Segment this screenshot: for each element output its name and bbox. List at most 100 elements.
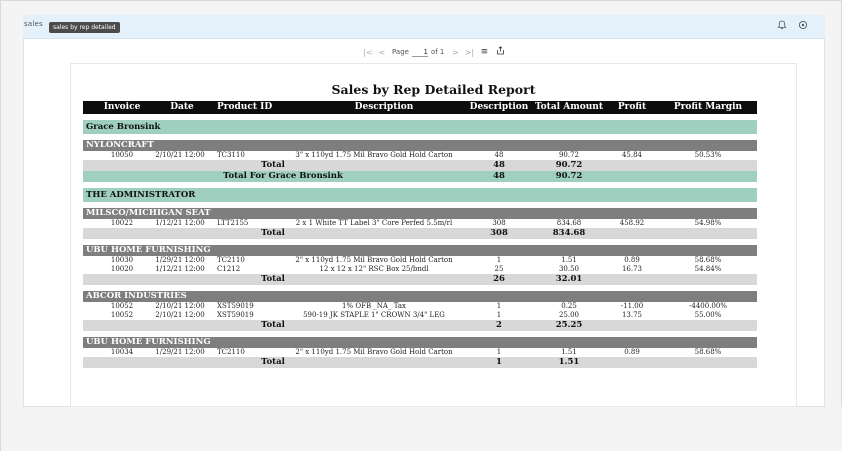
rep-total-quantity: 48 (493, 171, 505, 181)
bell-icon-svg (777, 20, 787, 30)
page-number-input[interactable] (411, 47, 428, 57)
pagination-toolbar: |< < Page of 1 > >| ≡ (361, 43, 508, 61)
table-header: Invoice Date Product ID Description Desc… (83, 101, 757, 114)
table-row: 10034 1/29/21 12:00 TC2110 2" x 110yd 1.75 … (83, 348, 757, 357)
total-label: Total (261, 357, 285, 367)
table-row: 10022 1/12/21 12:00 LTT2155 2 x 1 White TT … (83, 219, 757, 228)
total-quantity: 48 (493, 160, 505, 170)
quantity-cell: 308 (492, 219, 506, 227)
date-cell: 2/10/21 12:00 (155, 311, 205, 319)
customer-name: UBU HOME FURNISHING (86, 337, 211, 347)
total-amount: 32.01 (555, 274, 583, 284)
prev-page-icon[interactable]: < (375, 48, 389, 57)
amount-cell: 25.00 (558, 311, 580, 319)
rep-name: Grace Bronsink (86, 122, 161, 132)
description-cell: 3" x 110yd 1.75 Mil Bravo Gold Hold Cart… (295, 151, 453, 159)
profit-cell: -11.00 (620, 302, 644, 310)
amount-cell: 834.68 (556, 219, 582, 227)
export-icon-svg (496, 46, 504, 55)
date-cell: 1/29/21 12:00 (155, 256, 205, 264)
menu-icon[interactable]: ≡ (476, 47, 492, 57)
page-label: Page (392, 48, 409, 56)
date-cell: 1/29/21 12:00 (155, 348, 205, 356)
export-icon[interactable] (492, 46, 508, 58)
customer-group-header: UBU HOME FURNISHING (83, 245, 757, 256)
table-row: 10050 2/10/21 12:00 TC3110 3" x 110yd 1.75 … (83, 151, 757, 160)
column-header-quantity: Description (469, 102, 529, 112)
total-label: Total (261, 320, 285, 330)
quantity-cell: 1 (496, 311, 502, 319)
total-amount: 834.68 (552, 228, 586, 238)
amount-cell: 30.50 (558, 265, 580, 273)
total-quantity: 26 (493, 274, 505, 284)
margin-cell: 50.53% (694, 151, 722, 159)
table-row: 10030 1/29/21 12:00 TC2110 2" x 110yd 1.75 … (83, 256, 757, 265)
margin-cell: 54.98% (694, 219, 722, 227)
settings-icon-svg (798, 20, 808, 30)
rep-name: THE ADMINISTRATOR (86, 190, 196, 200)
table-row: 10052 2/10/21 12:00 XST59019 1% OFB _NA_ Ta… (83, 302, 757, 311)
customer-total-row: Total 48 90.72 (83, 160, 757, 171)
total-amount: 1.51 (558, 357, 580, 367)
quantity-cell: 25 (494, 265, 504, 273)
description-cell: 1% OFB _NA_ Tax (342, 302, 406, 310)
margin-cell: 54.84% (694, 265, 722, 273)
description-cell: 12 x 12 x 12" RSC Box 25/bndl (319, 265, 429, 273)
app-name: sales (24, 20, 43, 28)
customer-group-header: NYLONCRAFT (83, 140, 757, 151)
customer-group-header: UBU HOME FURNISHING (83, 337, 757, 348)
next-page-icon[interactable]: > (448, 48, 462, 57)
quantity-cell: 1 (496, 256, 502, 264)
customer-name: NYLONCRAFT (86, 140, 154, 150)
profit-cell: 13.75 (621, 311, 643, 319)
total-amount: 25.25 (555, 320, 583, 330)
total-quantity: 2 (496, 320, 502, 330)
column-header-product-id: Product ID (217, 102, 273, 112)
date-cell: 1/12/21 12:00 (155, 219, 205, 227)
table-row: 10052 2/10/21 12:00 XST59019 590-19 JK STAP… (83, 311, 757, 320)
report-title: Sales by Rep Detailed Report (331, 82, 536, 97)
total-label: Total (261, 274, 285, 284)
quantity-cell: 1 (496, 348, 502, 356)
rep-group-header: Grace Bronsink (83, 120, 757, 134)
customer-total-row: Total 26 32.01 (83, 274, 757, 285)
column-header-profit: Profit (617, 102, 647, 112)
date-cell: 2/10/21 12:00 (155, 302, 205, 310)
first-page-icon[interactable]: |< (361, 48, 375, 57)
total-quantity: 308 (490, 228, 508, 238)
customer-total-row: Total 308 834.68 (83, 228, 757, 239)
profit-cell: 45.84 (621, 151, 643, 159)
date-cell: 2/10/21 12:00 (155, 151, 205, 159)
profit-cell: 16.73 (621, 265, 643, 273)
margin-cell: 58.68% (694, 256, 722, 264)
column-header-profit-margin: Profit Margin (673, 102, 743, 112)
rep-group-header: THE ADMINISTRATOR (83, 188, 757, 202)
amount-cell: 0.25 (561, 302, 577, 310)
customer-name: ABCOR INDUSTRIES (86, 291, 187, 301)
customer-name: MILSCO/MICHIGAN SEAT (86, 208, 211, 218)
margin-cell: -4400.00% (689, 302, 727, 310)
amount-cell: 1.51 (561, 256, 577, 264)
description-cell: 2" x 110yd 1.75 Mil Bravo Gold Hold Cart… (295, 348, 453, 356)
column-header-description: Description (354, 102, 414, 112)
rep-total-label: Total For Grace Bronsink (223, 171, 343, 181)
quantity-cell: 48 (494, 151, 504, 159)
customer-group-header: ABCOR INDUSTRIES (83, 291, 757, 302)
top-bar: sales sales by rep detailed (23, 15, 825, 39)
customer-name: UBU HOME FURNISHING (86, 245, 211, 255)
customer-group-header: MILSCO/MICHIGAN SEAT (83, 208, 757, 219)
total-label: Total (261, 160, 285, 170)
amount-cell: 1.51 (561, 348, 577, 356)
report-table: Invoice Date Product ID Description Desc… (83, 101, 757, 368)
description-cell: 2" x 110yd 1.75 Mil Bravo Gold Hold Cart… (295, 256, 453, 264)
rep-total-amount: 90.72 (555, 171, 583, 181)
last-page-icon[interactable]: >| (462, 48, 476, 57)
report-tooltip: sales by rep detailed (49, 22, 120, 33)
table-row: 10020 1/12/21 12:00 C1212 12 x 12 x 12" RSC… (83, 265, 757, 274)
bell-icon[interactable] (775, 20, 789, 34)
column-header-total-amount: Total Amount (535, 102, 603, 112)
profit-cell: 458.92 (619, 219, 645, 227)
settings-icon[interactable] (796, 20, 810, 34)
profit-cell: 0.89 (624, 348, 640, 356)
description-cell: 590-19 JK STAPLE 1" CROWN 3/4" LEG (303, 311, 445, 319)
